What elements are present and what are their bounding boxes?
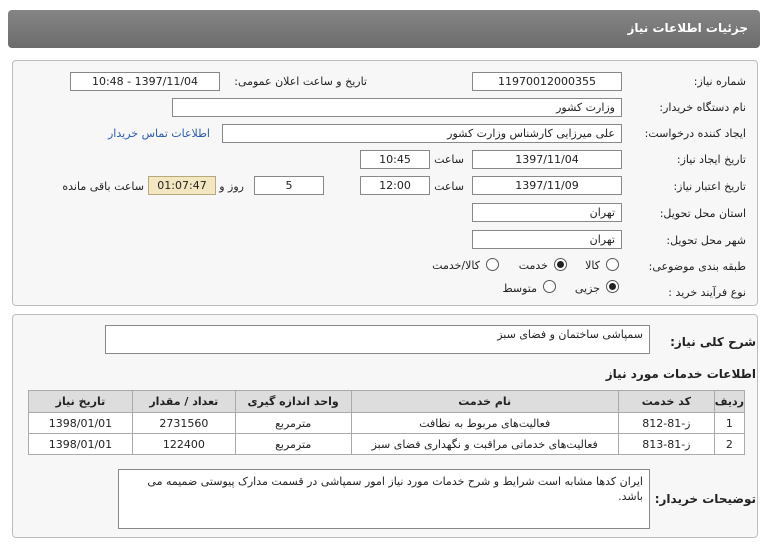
col-name-header: نام خدمت: [350, 390, 619, 413]
announce-label: تاریخ و ساعت اعلان عمومی:: [234, 75, 367, 88]
validity-time-label: ساعت: [434, 180, 464, 193]
table-row: 1 ز-81-812 فعالیت‌های مربوط به نظافت متر…: [28, 412, 746, 434]
need-number-label: شماره نیاز:: [693, 75, 746, 88]
created-time-label: ساعت: [434, 153, 464, 166]
city-label: شهر محل تحویل:: [666, 234, 746, 247]
province-label: استان محل تحویل:: [659, 207, 746, 220]
process-medium-radio[interactable]: [543, 280, 556, 293]
summary-field: سمپاشی ساختمان و فضای سبز: [105, 325, 650, 354]
buyer-contact-link[interactable]: اطلاعات تماس خریدار: [108, 127, 210, 140]
remaining-label: ساعت باقی مانده: [62, 180, 144, 193]
announce-datetime-field: 1397/11/04 - 10:48: [70, 72, 220, 91]
creator-label: ایجاد کننده درخواست:: [644, 127, 746, 140]
need-number-field: 11970012000355: [472, 72, 622, 91]
cell-date: 1398/01/01: [28, 412, 133, 434]
created-date-label: تاریخ ایجاد نیاز:: [676, 153, 746, 166]
buyer-notes-field: ایران کدها مشابه است شرایط و شرح خدمات م…: [118, 469, 650, 529]
col-date-header: تاریخ نیاز: [28, 390, 133, 413]
cell-row: 1: [713, 412, 746, 434]
remaining-timer: 01:07:47: [148, 176, 216, 195]
validity-date-label: تاریخ اعتبار نیاز:: [673, 180, 746, 193]
cell-name: فعالیت‌های مربوط به نظافت: [350, 412, 619, 434]
province-field: تهران: [472, 203, 622, 222]
validity-date-field: 1397/11/09: [472, 176, 622, 195]
col-row-header: ردیف: [713, 390, 746, 413]
cell-code: ز-81-812: [617, 412, 715, 434]
cell-unit: مترمربع: [234, 433, 352, 455]
buyer-org-label: نام دستگاه خریدار:: [659, 101, 746, 114]
days-label: روز و: [219, 180, 244, 193]
cell-name: فعالیت‌های خدماتی مراقبت و نگهداری فضای …: [350, 433, 619, 455]
buyer-notes-label: توضیحات خریدار:: [654, 492, 756, 506]
category-goods-service-label: کالا/خدمت: [432, 259, 480, 272]
process-minor-radio[interactable]: [606, 280, 619, 293]
process-minor-label: جزیی: [574, 282, 600, 295]
cell-code: ز-81-813: [617, 433, 715, 455]
validity-time-field: 12:00: [360, 176, 430, 195]
category-label: طبقه بندی موضوعی:: [648, 260, 746, 273]
table-row: 2 ز-81-813 فعالیت‌های خدماتی مراقبت و نگ…: [28, 433, 746, 455]
col-qty-header: تعداد / مقدار: [131, 390, 236, 413]
category-goods-label: کالا: [585, 259, 600, 272]
category-service-label: خدمت: [518, 259, 548, 272]
cell-unit: مترمربع: [234, 412, 352, 434]
buyer-org-field: وزارت کشور: [172, 98, 622, 117]
days-remaining-field: 5: [254, 176, 324, 195]
services-header-row: ردیف کد خدمت نام خدمت واحد اندازه گیری ت…: [28, 390, 746, 413]
col-unit-header: واحد اندازه گیری: [234, 390, 352, 413]
city-field: تهران: [472, 230, 622, 249]
created-date-field: 1397/11/04: [472, 150, 622, 169]
category-goods-radio[interactable]: [606, 258, 619, 271]
summary-label: شرح کلی نیاز:: [670, 335, 756, 349]
created-time-field: 10:45: [360, 150, 430, 169]
category-goods-service-radio[interactable]: [486, 258, 499, 271]
process-medium-label: متوسط: [502, 282, 537, 295]
page-title: جزئیات اطلاعات نیاز: [627, 21, 748, 35]
process-label: نوع فرآیند خرید :: [668, 286, 746, 299]
col-code-header: کد خدمت: [617, 390, 715, 413]
cell-date: 1398/01/01: [28, 433, 133, 455]
category-service-radio[interactable]: [554, 258, 567, 271]
services-heading: اطلاعات خدمات مورد نیاز: [605, 367, 756, 381]
cell-qty: 122400: [131, 433, 236, 455]
cell-row: 2: [713, 433, 746, 455]
page-title-bar: جزئیات اطلاعات نیاز: [8, 10, 760, 48]
cell-qty: 2731560: [131, 412, 236, 434]
creator-field: علی میرزایی کارشناس وزارت کشور: [222, 124, 622, 143]
services-table: ردیف کد خدمت نام خدمت واحد اندازه گیری ت…: [28, 390, 746, 455]
